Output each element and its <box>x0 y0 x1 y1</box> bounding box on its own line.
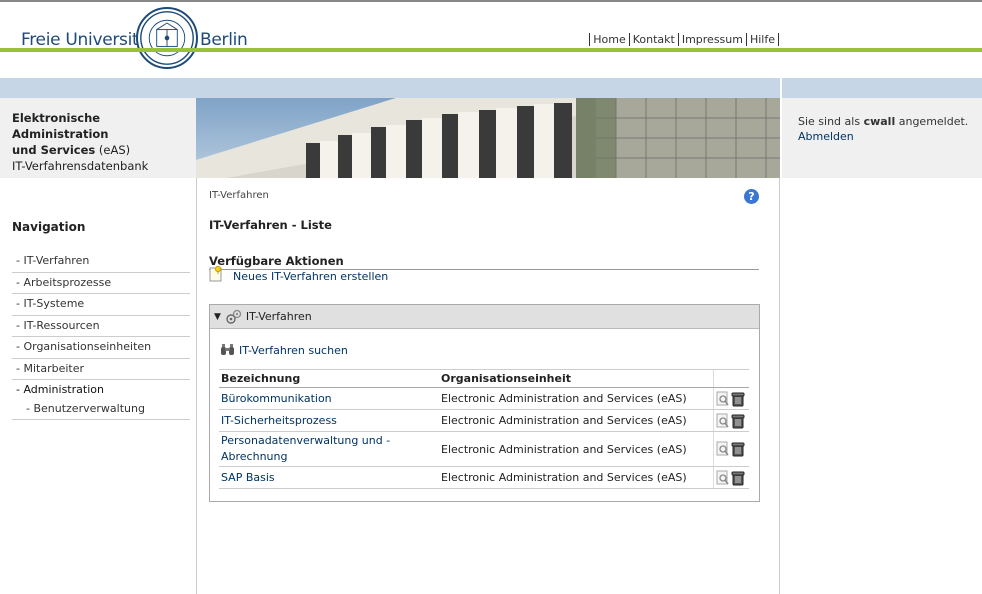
sidebar-item-arbeitsprozesse[interactable]: - Arbeitsprozesse <box>12 273 190 294</box>
it-verfahren-table: Bezeichnung Organisationseinheit Bürokom… <box>219 369 749 489</box>
column-header-organisationseinheit[interactable]: Organisationseinheit <box>439 369 713 388</box>
app-title-line1: Elektronische <box>12 111 101 125</box>
row-org: Electronic Administration and Services (… <box>439 431 713 467</box>
app-subtitle: IT-Verfahrensdatenbank <box>12 159 149 173</box>
table-row: Bürokommunikation Electronic Administrat… <box>219 387 749 410</box>
login-status: Sie sind als cwall angemeldet. Abmelden <box>782 98 982 178</box>
gears-icon <box>226 309 242 324</box>
row-org: Electronic Administration and Services (… <box>439 409 713 432</box>
university-seal-logo[interactable] <box>136 7 198 69</box>
table-header-row: Bezeichnung Organisationseinheit <box>219 369 749 388</box>
nav-hilfe-link[interactable]: Hilfe <box>745 33 779 46</box>
view-icon[interactable] <box>716 413 730 429</box>
view-icon[interactable] <box>716 441 730 457</box>
right-divider <box>779 178 780 594</box>
new-it-verfahren-action[interactable]: Neues IT-Verfahren erstellen <box>209 266 388 284</box>
app-title-block: Elektronische Administration und Service… <box>0 98 196 178</box>
nav-home-link[interactable]: Home <box>589 33 628 46</box>
sidebar-nav: - IT-Verfahren - Arbeitsprozesse - IT-Sy… <box>12 251 190 420</box>
row-name-link[interactable]: Personadatenverwaltung und -Abrechnung <box>221 433 401 465</box>
delete-icon[interactable] <box>731 413 745 429</box>
new-document-icon <box>209 266 222 282</box>
accent-line <box>0 48 982 52</box>
sidebar-item-organisationseinheiten[interactable]: - Organisationseinheiten <box>12 337 190 359</box>
top-border <box>0 0 982 2</box>
panel-title: IT-Verfahren <box>245 310 312 323</box>
top-navigation: Home Kontakt Impressum Hilfe <box>589 33 779 46</box>
app-title-line3-suffix: (eAS) <box>95 143 131 157</box>
delete-icon[interactable] <box>731 441 745 457</box>
breadcrumb: IT-Verfahren <box>209 190 269 201</box>
collapse-arrow-icon[interactable]: ▼ <box>214 312 221 322</box>
search-action[interactable]: IT-Verfahren suchen <box>220 343 348 357</box>
sidebar-item-it-systeme[interactable]: - IT-Systeme <box>12 294 190 316</box>
sidebar-item-it-verfahren[interactable]: - IT-Verfahren <box>12 251 190 273</box>
row-org: Electronic Administration and Services (… <box>439 466 713 489</box>
table-row: SAP Basis Electronic Administration and … <box>219 466 749 489</box>
building-banner-graphic <box>196 98 780 178</box>
row-name-link[interactable]: IT-Sicherheitsprozess <box>221 414 337 427</box>
sidebar-item-it-ressourcen[interactable]: - IT-Ressourcen <box>12 316 190 337</box>
sidebar-subitem-benutzerverwaltung[interactable]: - Benutzerverwaltung <box>12 402 190 420</box>
view-icon[interactable] <box>716 470 730 486</box>
column-header-actions <box>712 369 749 388</box>
new-it-verfahren-link[interactable]: Neues IT-Verfahren erstellen <box>233 270 388 283</box>
nav-impressum-link[interactable]: Impressum <box>677 33 746 46</box>
it-verfahren-panel: ▼ IT-Verfahren IT-Verfahren suchen Bezei… <box>209 304 760 502</box>
binoculars-icon <box>221 344 234 355</box>
app-title-line3: und Services <box>12 143 96 157</box>
row-org: Electronic Administration and Services (… <box>439 387 713 410</box>
column-header-bezeichnung[interactable]: Bezeichnung <box>219 369 439 388</box>
delete-icon[interactable] <box>731 391 745 407</box>
seal-icon <box>140 11 194 65</box>
view-icon[interactable] <box>716 391 730 407</box>
table-row: Personadatenverwaltung und -Abrechnung E… <box>219 431 749 467</box>
sidebar-divider <box>196 178 197 594</box>
sidebar-item-mitarbeiter[interactable]: - Mitarbeiter <box>12 359 190 380</box>
app-title-line2: Administration <box>12 127 109 141</box>
table-row: IT-Sicherheitsprozess Electronic Adminis… <box>219 409 749 432</box>
nav-kontakt-link[interactable]: Kontakt <box>628 33 678 46</box>
row-name-link[interactable]: Bürokommunikation <box>221 392 332 405</box>
sidebar-item-administration[interactable]: - Administration <box>12 380 190 402</box>
help-icon[interactable]: ? <box>744 189 759 204</box>
sidebar-title: Navigation <box>12 220 86 234</box>
login-suffix: angemeldet. <box>895 115 969 128</box>
search-it-verfahren-link[interactable]: IT-Verfahren suchen <box>239 344 348 357</box>
logo-text-left: Freie Universität <box>21 30 155 50</box>
building-banner-image <box>196 98 780 178</box>
delete-icon[interactable] <box>731 470 745 486</box>
logo-text-right: Berlin <box>200 30 248 50</box>
page-title: IT-Verfahren - Liste <box>209 218 332 232</box>
blue-band <box>0 78 780 98</box>
logout-link[interactable]: Abmelden <box>798 130 854 143</box>
login-prefix: Sie sind als <box>798 115 864 128</box>
panel-header[interactable]: ▼ IT-Verfahren <box>210 305 759 329</box>
blue-band-right <box>782 78 982 98</box>
row-name-link[interactable]: SAP Basis <box>221 471 275 484</box>
login-username: cwall <box>863 115 896 128</box>
